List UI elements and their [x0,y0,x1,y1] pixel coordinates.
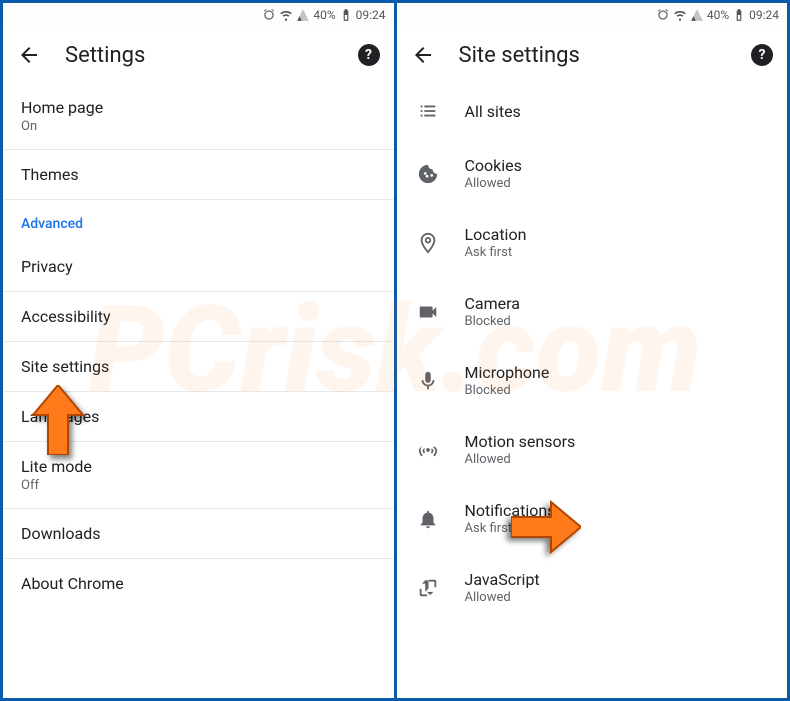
battery-pct: 40% [313,8,335,22]
item-label: Themes [21,165,376,184]
location-icon [417,232,439,254]
item-label: Downloads [21,524,376,543]
item-cookies[interactable]: CookiesAllowed [397,139,788,208]
item-location[interactable]: LocationAsk first [397,208,788,277]
item-sub: Blocked [465,314,520,329]
sensors-icon [417,439,439,461]
wifi-icon [279,8,293,22]
item-label: Lite mode [21,457,376,476]
item-sub: Ask first [465,521,556,536]
site-settings-list: All sites CookiesAllowed LocationAsk fir… [397,83,788,698]
header: Settings ? [3,27,394,83]
item-lite-mode[interactable]: Lite mode Off [3,442,394,509]
item-label: Languages [21,407,376,426]
item-label: Privacy [21,257,376,276]
settings-panel: 40% 09:24 Settings ? Home page On Themes… [3,3,397,698]
item-label: About Chrome [21,574,376,593]
item-camera[interactable]: CameraBlocked [397,277,788,346]
item-label: Location [465,225,527,244]
status-bar: 40% 09:24 [3,3,394,27]
back-button[interactable] [17,43,41,67]
item-sub: Blocked [465,383,550,398]
item-label: Home page [21,98,376,117]
alarm-icon [262,8,276,22]
page-title: Settings [65,43,334,68]
item-notifications[interactable]: NotificationsAsk first [397,484,788,553]
wifi-icon [673,8,687,22]
clock-time: 09:24 [749,8,779,22]
notifications-icon [417,508,439,530]
site-settings-panel: 40% 09:24 Site settings ? All sites Cook… [397,3,788,698]
item-all-sites[interactable]: All sites [397,83,788,139]
item-sub: Allowed [465,176,522,191]
item-label: Cookies [465,156,522,175]
item-label: Motion sensors [465,432,576,451]
item-javascript[interactable]: JavaScriptAllowed [397,553,788,622]
alarm-icon [656,8,670,22]
item-label: All sites [465,102,521,121]
item-sub: Off [21,478,376,493]
item-sub: Ask first [465,245,527,260]
list-icon [417,100,439,122]
page-title: Site settings [459,43,728,68]
item-label: Site settings [21,357,376,376]
javascript-icon [417,577,439,599]
cookie-icon [417,163,439,185]
signal-icon [690,8,704,22]
item-label: Microphone [465,363,550,382]
item-downloads[interactable]: Downloads [3,509,394,559]
section-advanced: Advanced [3,200,394,242]
back-button[interactable] [411,43,435,67]
help-button[interactable]: ? [358,44,380,66]
item-label: Accessibility [21,307,376,326]
microphone-icon [417,370,439,392]
item-home-page[interactable]: Home page On [3,83,394,150]
item-languages[interactable]: Languages [3,392,394,442]
camera-icon [417,301,439,323]
settings-list: Home page On Themes Advanced Privacy Acc… [3,83,394,698]
status-bar: 40% 09:24 [397,3,788,27]
battery-pct: 40% [707,8,729,22]
item-privacy[interactable]: Privacy [3,242,394,292]
clock-time: 09:24 [356,8,386,22]
item-site-settings[interactable]: Site settings [3,342,394,392]
header: Site settings ? [397,27,788,83]
item-about-chrome[interactable]: About Chrome [3,559,394,608]
item-sub: On [21,119,376,134]
item-sub: Allowed [465,590,540,605]
battery-icon [732,8,746,22]
signal-icon [296,8,310,22]
item-label: Camera [465,294,520,313]
item-sub: Allowed [465,452,576,467]
item-motion-sensors[interactable]: Motion sensorsAllowed [397,415,788,484]
help-button[interactable]: ? [751,44,773,66]
battery-icon [339,8,353,22]
item-microphone[interactable]: MicrophoneBlocked [397,346,788,415]
item-themes[interactable]: Themes [3,150,394,200]
item-label: JavaScript [465,570,540,589]
item-label: Notifications [465,501,556,520]
item-accessibility[interactable]: Accessibility [3,292,394,342]
